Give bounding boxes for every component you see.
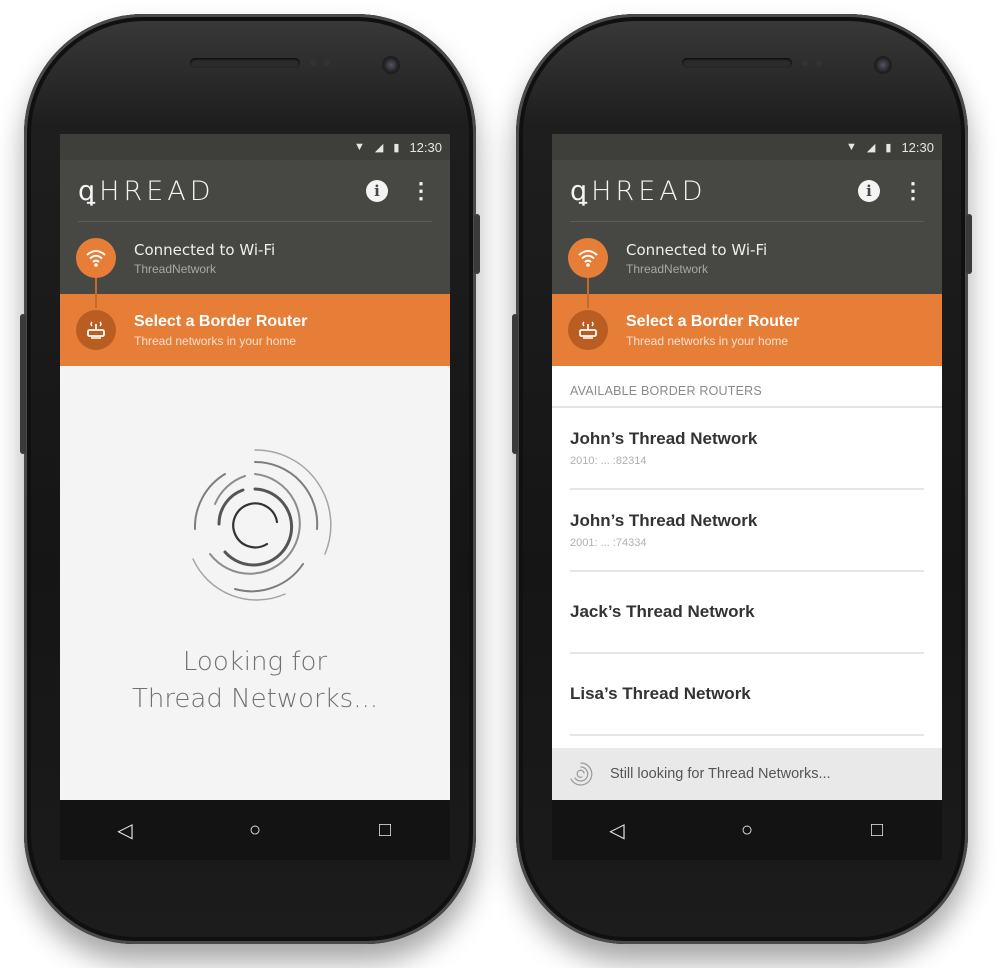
wifi-icon: [568, 238, 608, 278]
front-camera: [874, 56, 892, 74]
volume-button: [512, 314, 518, 454]
router-icon: [568, 310, 608, 350]
router-name: John’s Thread Network: [570, 429, 758, 448]
looking-message: Looking for Thread Networks...: [60, 644, 450, 718]
router-list-content: AVAILABLE BORDER ROUTERS John’s Thread N…: [552, 366, 942, 800]
router-step-title: Select a Border Router: [134, 312, 308, 330]
more-vert-icon[interactable]: ⋮: [902, 180, 924, 202]
step-connector: [587, 278, 589, 308]
recents-icon[interactable]: □: [365, 819, 405, 842]
searching-spinner-icon: [192, 449, 332, 601]
screen: ▼ ◢ ▮ 12:30 ꝗHREAD i ⋮ Connected to Wi-F…: [60, 134, 450, 800]
status-time: 12:30: [901, 139, 934, 155]
router-address: 2001: ... :74334: [570, 537, 647, 549]
app-bar: ꝗHREAD i ⋮: [552, 160, 942, 222]
status-bar: ▼ ◢ ▮ 12:30: [552, 134, 942, 160]
battery-icon: ▮: [393, 141, 400, 154]
router-icon: [76, 310, 116, 350]
wifi-step-title: Connected to Wi-Fi: [626, 240, 768, 259]
wifi-icon: [76, 238, 116, 278]
status-bar: ▼ ◢ ▮ 12:30: [60, 134, 450, 160]
wifi-status-icon: ▼: [354, 141, 365, 153]
earpiece-speaker: [190, 58, 300, 68]
router-name: Lisa’s Thread Network: [570, 684, 751, 703]
still-looking-text: Still looking for Thread Networks...: [610, 766, 831, 782]
info-icon[interactable]: i: [858, 180, 880, 202]
home-icon[interactable]: ○: [727, 819, 767, 842]
home-icon[interactable]: ○: [235, 819, 275, 842]
thread-logo: ꝗHREAD: [570, 175, 707, 207]
router-step-title: Select a Border Router: [626, 312, 800, 330]
searching-spinner-icon: [570, 762, 593, 786]
router-address: 2010: ... :82314: [570, 455, 647, 467]
earpiece-speaker: [682, 58, 792, 68]
router-list-item[interactable]: Jack’s Thread Network: [570, 572, 924, 654]
wifi-step-title: Connected to Wi-Fi: [134, 240, 276, 259]
app-bar: ꝗHREAD i ⋮: [60, 160, 450, 222]
router-name: John’s Thread Network: [570, 511, 758, 530]
wifi-status-icon: ▼: [846, 141, 857, 153]
volume-button: [20, 314, 26, 454]
thread-logo: ꝗHREAD: [78, 175, 215, 207]
sensor-dots: [802, 60, 808, 66]
looking-line-1: Looking for: [182, 647, 328, 677]
back-icon[interactable]: ◁: [597, 818, 637, 843]
step-connector: [95, 278, 97, 308]
section-header: AVAILABLE BORDER ROUTERS: [552, 366, 942, 408]
signal-icon: ◢: [374, 141, 384, 154]
recents-icon[interactable]: □: [857, 819, 897, 842]
router-list-item[interactable]: John’s Thread Network 2010: ... :82314: [570, 408, 924, 490]
info-icon[interactable]: i: [366, 180, 388, 202]
step-select-router[interactable]: Select a Border Router Thread networks i…: [60, 294, 450, 366]
back-icon[interactable]: ◁: [105, 818, 145, 843]
step-wifi: Connected to Wi-Fi ThreadNetwork: [552, 222, 942, 308]
step-wifi: Connected to Wi-Fi ThreadNetwork: [60, 222, 450, 308]
sensor-dots: [310, 60, 316, 66]
router-step-subtitle: Thread networks in your home: [134, 333, 297, 348]
step-select-router[interactable]: Select a Border Router Thread networks i…: [552, 294, 942, 366]
signal-icon: ◢: [866, 141, 876, 154]
screen: ▼ ◢ ▮ 12:30 ꝗHREAD i ⋮ Connected to Wi-F…: [552, 134, 942, 800]
search-content: Looking for Thread Networks...: [60, 366, 450, 800]
more-vert-icon[interactable]: ⋮: [410, 180, 432, 202]
battery-icon: ▮: [885, 141, 892, 154]
status-time: 12:30: [409, 139, 442, 155]
phone-right: ▼ ◢ ▮ 12:30 ꝗHREAD i ⋮ Connected to Wi-F…: [512, 14, 972, 944]
nav-bar: ◁ ○ □: [552, 800, 942, 860]
still-looking-banner: Still looking for Thread Networks...: [552, 748, 942, 800]
looking-line-2: Thread Networks...: [131, 684, 379, 714]
front-camera: [382, 56, 400, 74]
router-list-item[interactable]: Lisa’s Thread Network: [570, 654, 924, 736]
router-list-item[interactable]: John’s Thread Network 2001: ... :74334: [570, 490, 924, 572]
power-button: [966, 214, 972, 274]
router-name: Jack’s Thread Network: [570, 602, 755, 621]
power-button: [474, 214, 480, 274]
wifi-step-subtitle: ThreadNetwork: [626, 261, 709, 276]
phone-left: ▼ ◢ ▮ 12:30 ꝗHREAD i ⋮ Connected to Wi-F…: [20, 14, 480, 944]
nav-bar: ◁ ○ □: [60, 800, 450, 860]
wifi-step-subtitle: ThreadNetwork: [134, 261, 217, 276]
router-step-subtitle: Thread networks in your home: [626, 333, 789, 348]
router-list: John’s Thread Network 2010: ... :82314 J…: [552, 408, 942, 736]
